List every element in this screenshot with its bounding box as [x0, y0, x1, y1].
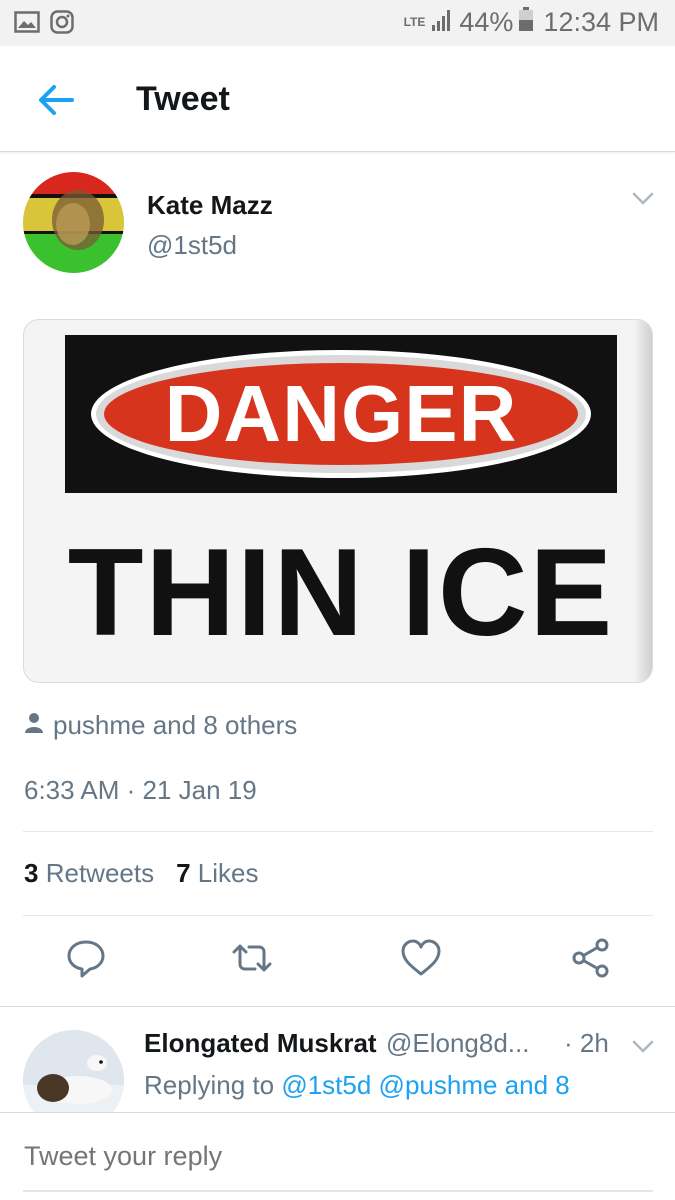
reply-button[interactable]: [64, 936, 108, 980]
social-context-text: pushme and 8 others: [53, 710, 298, 740]
reply-menu-button[interactable]: [632, 1040, 654, 1054]
reply-icon: [64, 940, 108, 984]
back-button[interactable]: [34, 80, 78, 120]
divider: [23, 831, 653, 832]
like-button[interactable]: [399, 936, 443, 980]
retweet-icon: [230, 944, 274, 984]
tweet-media-image[interactable]: DANGER THIN ICE: [23, 319, 653, 683]
mention-link[interactable]: @1st5d: [281, 1070, 371, 1100]
danger-sign-header: DANGER: [65, 335, 617, 493]
retweets-count: 3: [24, 858, 39, 888]
tweet-actions: [0, 936, 675, 988]
replying-to: Replying to @1st5d @pushme and 8: [144, 1070, 570, 1101]
tweet-menu-button[interactable]: [632, 192, 654, 206]
reply-timestamp: · 2h: [564, 1028, 609, 1058]
page-title: Tweet: [136, 80, 230, 118]
author-handle[interactable]: @1st5d: [147, 230, 237, 261]
chevron-down-icon: [632, 192, 654, 210]
likes-label: Likes: [197, 858, 259, 888]
tweet-timestamp: 6:33 AM · 21 Jan 19: [24, 775, 257, 805]
reply-author-handle[interactable]: @Elong8d...: [386, 1028, 529, 1059]
retweets-stat[interactable]: 3 Retweets: [24, 858, 154, 889]
author-avatar[interactable]: [23, 172, 124, 273]
clock: 12:34 PM: [543, 7, 659, 37]
likes-stat[interactable]: 7 Likes: [176, 858, 258, 889]
chevron-down-icon: [632, 1040, 654, 1058]
reply-author-name[interactable]: Elongated Muskrat: [144, 1028, 377, 1059]
network-type: LTE: [403, 15, 426, 29]
status-bar: LTE 44% 12:34 PM: [0, 0, 675, 46]
reply-composer: [0, 1112, 675, 1200]
divider: [23, 915, 653, 916]
heart-icon: [399, 939, 443, 984]
share-icon: [569, 938, 613, 984]
input-underline: [23, 1190, 653, 1192]
share-button[interactable]: [569, 936, 613, 980]
person-icon: [25, 710, 43, 741]
divider: [0, 1006, 675, 1007]
thin-ice-text: THIN ICE: [67, 524, 615, 662]
tweet-stats: 3 Retweets 7 Likes: [24, 858, 259, 889]
image-icon: [14, 10, 40, 39]
retweets-label: Retweets: [45, 858, 155, 888]
danger-text: DANGER: [164, 369, 518, 458]
replying-prefix: Replying to: [144, 1070, 275, 1100]
mention-link[interactable]: @pushme and 8: [379, 1070, 570, 1100]
reply-input[interactable]: [24, 1141, 624, 1172]
battery-icon: [519, 7, 534, 38]
social-context[interactable]: pushme and 8 others: [25, 710, 297, 741]
likes-count: 7: [176, 858, 191, 888]
author-name[interactable]: Kate Mazz: [147, 190, 273, 221]
signal-icon: [431, 7, 453, 38]
battery-level: 44%: [459, 7, 514, 37]
retweet-button[interactable]: [230, 936, 274, 980]
instagram-icon: [50, 10, 74, 39]
app-header: Tweet: [0, 46, 675, 152]
arrow-left-icon: [34, 85, 78, 124]
